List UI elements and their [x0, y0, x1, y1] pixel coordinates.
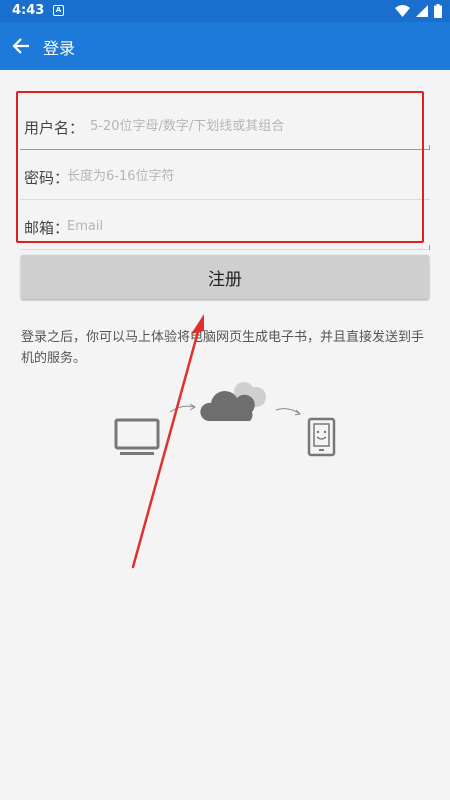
- register-button[interactable]: 注册: [21, 255, 429, 299]
- sync-illustration: [114, 382, 336, 457]
- email-underline: [20, 249, 430, 250]
- status-time: 4:43: [12, 3, 45, 18]
- arrow-to-phone: [275, 408, 302, 416]
- status-bar: 4:43 A: [0, 0, 450, 22]
- back-arrow-icon[interactable]: [10, 35, 32, 57]
- signal-icon: [416, 5, 428, 17]
- cloud-icon: [200, 382, 266, 421]
- phone-smiley-icon: [307, 417, 336, 457]
- page-title: 登录: [43, 39, 76, 58]
- notification-icon: A: [53, 5, 64, 16]
- arrow-to-cloud: [169, 403, 196, 413]
- wifi-icon: [395, 5, 410, 17]
- highlight-box: [16, 91, 424, 243]
- battery-icon: [434, 4, 442, 18]
- description-text: 登录之后，你可以马上体验将电脑网页生成电子书，并且直接发送到手机的服务。: [21, 330, 425, 366]
- app-bar: 登录: [0, 22, 450, 70]
- email-underline-end: [429, 245, 430, 250]
- status-icons: [395, 4, 442, 18]
- monitor-icon: [114, 418, 160, 455]
